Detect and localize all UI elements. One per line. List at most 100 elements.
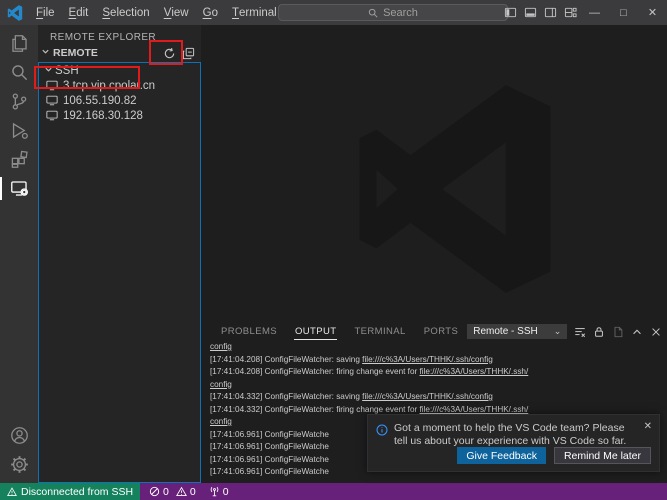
remote-section-label: REMOTE	[53, 47, 98, 59]
vscode-logo-icon	[7, 5, 23, 21]
remote-status-item[interactable]: Disconnected from SSH	[0, 483, 140, 500]
close-notification-icon[interactable]: ✕	[644, 422, 652, 448]
log-text: [17:41:06.961] ConfigFileWatche	[210, 442, 329, 451]
file-link[interactable]: file:///c%3A/Users/THHK/.ssh/config	[362, 392, 493, 401]
error-count: 0	[163, 486, 169, 498]
notification-buttons: Give Feedback Remind Me later	[457, 447, 651, 464]
tab-terminal[interactable]: TERMINAL	[345, 322, 414, 341]
annotation-box-refresh	[149, 40, 183, 65]
toggle-sidebar-icon[interactable]	[500, 0, 520, 25]
log-text: [17:41:04.332] ConfigFileWatcher: firing…	[210, 405, 420, 414]
toggle-panel-icon[interactable]	[520, 0, 540, 25]
search-placeholder: Search	[383, 7, 418, 19]
maximize-icon[interactable]: □	[609, 0, 638, 25]
close-icon[interactable]: ✕	[638, 0, 667, 25]
remote-status-label: Disconnected from SSH	[21, 486, 133, 498]
open-log-file-icon[interactable]	[612, 326, 624, 338]
radio-tower-icon	[209, 486, 220, 497]
file-link[interactable]: config	[210, 380, 232, 389]
ssh-host-item[interactable]: 106.55.190.82	[39, 93, 200, 108]
settings-gear-icon[interactable]	[0, 450, 38, 479]
log-line: config	[210, 379, 665, 392]
toast-body: Got a moment to help the VS Code team? P…	[368, 415, 659, 448]
file-link[interactable]: config	[210, 342, 232, 351]
accounts-icon[interactable]	[0, 421, 38, 450]
log-text: [17:41:06.961] ConfigFileWatche	[210, 430, 329, 439]
menu-file[interactable]: File	[29, 0, 62, 25]
status-bar: Disconnected from SSH 0 0 0	[0, 483, 667, 500]
vm-monitor-icon	[46, 110, 58, 121]
error-icon	[149, 486, 160, 497]
tab-problems[interactable]: PROBLEMS	[212, 322, 286, 341]
problems-status-item[interactable]: 0 0	[149, 486, 196, 498]
file-link[interactable]: file:///c%3A/Users/THHK/.ssh/	[420, 405, 529, 414]
activity-run-debug-icon[interactable]	[0, 116, 38, 145]
activity-remote-explorer-icon[interactable]	[0, 174, 38, 203]
file-link[interactable]: file:///c%3A/Users/THHK/.ssh/config	[362, 355, 493, 364]
log-text: [17:41:06.961] ConfigFileWatche	[210, 467, 329, 476]
search-icon	[368, 8, 378, 18]
activity-bar	[0, 25, 38, 483]
log-line: [17:41:04.208] ConfigFileWatcher: saving…	[210, 354, 665, 367]
feedback-notification: Got a moment to help the VS Code team? P…	[367, 414, 660, 472]
clear-output-icon[interactable]	[574, 326, 586, 338]
remind-me-later-button[interactable]: Remind Me later	[554, 447, 651, 464]
activity-extensions-icon[interactable]	[0, 145, 38, 174]
menu-edit[interactable]: Edit	[62, 0, 96, 25]
ports-count: 0	[223, 486, 229, 498]
notification-message: Got a moment to help the VS Code team? P…	[388, 422, 644, 448]
titlebar-controls: — □ ✕	[500, 0, 667, 25]
close-panel-icon[interactable]	[650, 326, 662, 338]
log-line: [17:41:04.332] ConfigFileWatcher: saving…	[210, 391, 665, 404]
ssh-host-item[interactable]: 192.168.30.128	[39, 108, 200, 123]
vm-monitor-icon	[46, 95, 58, 106]
info-icon	[376, 423, 388, 448]
ssh-host-label: 106.55.190.82	[63, 95, 137, 107]
chevron-down-icon	[41, 47, 50, 59]
menu-selection[interactable]: Selection	[95, 0, 156, 25]
tab-output[interactable]: OUTPUT	[286, 322, 345, 341]
log-text: [17:41:04.208] ConfigFileWatcher: saving	[210, 355, 362, 364]
ssh-tree: SSH 3.tcp.vip.cpolar.cn106.55.190.82192.…	[38, 62, 201, 483]
ports-status-item[interactable]: 0	[209, 486, 229, 498]
search-command-center[interactable]: Search	[278, 4, 508, 21]
log-text: [17:41:04.332] ConfigFileWatcher: saving	[210, 392, 362, 401]
log-line: [17:41:04.208] ConfigFileWatcher: firing…	[210, 366, 665, 379]
tab-ports[interactable]: PORTS	[415, 322, 468, 341]
activity-explorer-icon[interactable]	[0, 29, 38, 58]
vscode-watermark-icon	[349, 83, 561, 295]
toggle-secondary-sidebar-icon[interactable]	[540, 0, 560, 25]
editor-area	[201, 25, 667, 322]
maximize-panel-icon[interactable]	[631, 326, 643, 338]
log-line: config	[210, 341, 665, 354]
activity-search-icon[interactable]	[0, 58, 38, 87]
menu-view[interactable]: View	[157, 0, 196, 25]
vscode-window: FileEditSelectionViewGoTerminalHelp ← → …	[0, 0, 667, 500]
chevron-down-icon: ⌄	[554, 326, 562, 337]
forward-icon[interactable]: →	[266, 6, 278, 20]
menu-go[interactable]: Go	[196, 0, 225, 25]
activity-source-control-icon[interactable]	[0, 87, 38, 116]
panel-tabs: PROBLEMSOUTPUTTERMINALPORTS	[212, 322, 467, 341]
collapse-all-icon[interactable]	[182, 47, 195, 60]
log-text: [17:41:06.961] ConfigFileWatche	[210, 455, 329, 464]
panel-header: PROBLEMSOUTPUTTERMINALPORTS Remote - SSH…	[201, 322, 667, 341]
ssh-host-label: 192.168.30.128	[63, 110, 143, 122]
output-channel-value: Remote - SSH	[473, 326, 537, 337]
minimize-icon[interactable]: —	[580, 0, 609, 25]
warning-icon	[7, 487, 17, 497]
back-icon[interactable]: ←	[246, 6, 258, 20]
file-link[interactable]: config	[210, 417, 232, 426]
warning-icon	[176, 486, 187, 497]
warning-count: 0	[190, 486, 196, 498]
give-feedback-button[interactable]: Give Feedback	[457, 447, 546, 464]
output-channel-select[interactable]: Remote - SSH ⌄	[467, 324, 567, 339]
log-text: [17:41:04.208] ConfigFileWatcher: firing…	[210, 367, 420, 376]
remote-explorer-sidebar: REMOTE EXPLORER REMOTE SSH	[38, 25, 201, 483]
panel-controls: Remote - SSH ⌄	[467, 324, 667, 339]
lock-autoscroll-icon[interactable]	[593, 326, 605, 338]
title-bar: FileEditSelectionViewGoTerminalHelp ← → …	[0, 0, 667, 25]
annotation-box-hostname	[34, 66, 140, 89]
file-link[interactable]: file:///c%3A/Users/THHK/.ssh/	[420, 367, 529, 376]
customize-layout-icon[interactable]	[560, 0, 580, 25]
